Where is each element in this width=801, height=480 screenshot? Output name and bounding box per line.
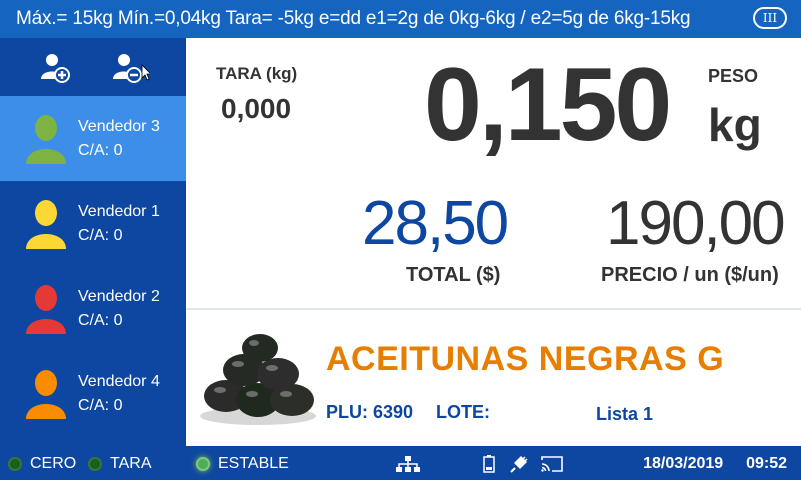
seller-name: Vendedor 2: [78, 287, 160, 305]
product-lot: LOTE:: [436, 402, 490, 422]
spec-bar: Máx.= 15kg Mín.=0,04kg Tara= -5kg e=dd e…: [0, 0, 801, 38]
unit-price-label: PRECIO / un ($/un): [601, 264, 779, 286]
stable-label: ESTABLE: [218, 455, 289, 472]
user-avatar-icon: [26, 199, 66, 249]
weighing-panel: TARA (kg) 0,000 0,150 PESO kg 28,50 TOTA…: [186, 38, 801, 446]
seller-name: Vendedor 3: [78, 117, 160, 135]
network-icon: [396, 456, 420, 472]
accuracy-class-badge: III: [753, 7, 787, 29]
seller-ca: C/A: 0: [78, 141, 123, 159]
user-avatar-icon: [26, 369, 66, 419]
seller-name: Vendedor 1: [78, 202, 160, 220]
seller-item-vendedor-1[interactable]: Vendedor 1 C/A: 0: [0, 181, 186, 266]
status-tare: TARA: [88, 455, 151, 473]
tara-label: TARA (kg): [216, 64, 298, 83]
divider: [186, 308, 801, 310]
remove-user-icon: [113, 54, 152, 83]
user-avatar-icon: [26, 284, 66, 334]
mouse-cursor-icon: [141, 64, 152, 81]
stable-led-indicator: [196, 457, 210, 471]
zero-label: CERO: [30, 455, 77, 472]
seller-actions: [0, 38, 186, 96]
add-user-button[interactable]: [38, 51, 70, 83]
seller-item-vendedor-2[interactable]: Vendedor 2 C/A: 0: [0, 266, 186, 351]
price-list: Lista 1: [596, 404, 654, 424]
tara-value: 0,000: [221, 93, 292, 124]
user-avatar-icon: [26, 114, 66, 164]
seller-sidebar: Vendedor 3 C/A: 0 Vendedor 1 C/A: 0 Vend…: [0, 38, 186, 446]
zero-led-indicator: [8, 457, 22, 471]
unit-price-value: 190,00: [606, 189, 786, 258]
product-plu: PLU: 6390: [326, 402, 414, 422]
seller-ca: C/A: 0: [78, 226, 123, 244]
total-value: 28,50: [362, 189, 509, 258]
status-stable: ESTABLE: [196, 455, 289, 473]
weight-label: PESO: [708, 66, 759, 86]
seller-name: Vendedor 4: [78, 372, 160, 390]
date-text: 18/03/2019: [643, 455, 724, 472]
add-user-icon: [41, 54, 70, 83]
battery-icon: [483, 455, 495, 473]
total-label: TOTAL ($): [406, 264, 501, 286]
seller-item-vendedor-3[interactable]: Vendedor 3 C/A: 0: [0, 96, 186, 181]
scale-spec-text: Máx.= 15kg Mín.=0,04kg Tara= -5kg e=dd e…: [16, 8, 691, 29]
seller-item-vendedor-4[interactable]: Vendedor 4 C/A: 0: [0, 351, 186, 436]
status-bar: CERO TARA ESTABLE 18/03/2019 09:52: [0, 446, 801, 480]
remove-user-button[interactable]: [110, 51, 152, 83]
product-image: [200, 334, 316, 425]
weight-unit: kg: [708, 99, 762, 151]
time-text: 09:52: [746, 455, 787, 472]
plug-icon: [510, 456, 528, 473]
seller-ca: C/A: 0: [78, 311, 123, 329]
weight-value: 0,150: [424, 47, 672, 163]
status-zero: CERO: [8, 455, 76, 473]
cast-icon: [541, 456, 563, 472]
product-name: ACEITUNAS NEGRAS G: [326, 340, 725, 378]
tare-led-indicator: [88, 457, 102, 471]
seller-ca: C/A: 0: [78, 396, 123, 414]
tare-label: TARA: [110, 455, 152, 472]
datetime: 18/03/2019 09:52: [643, 455, 787, 473]
